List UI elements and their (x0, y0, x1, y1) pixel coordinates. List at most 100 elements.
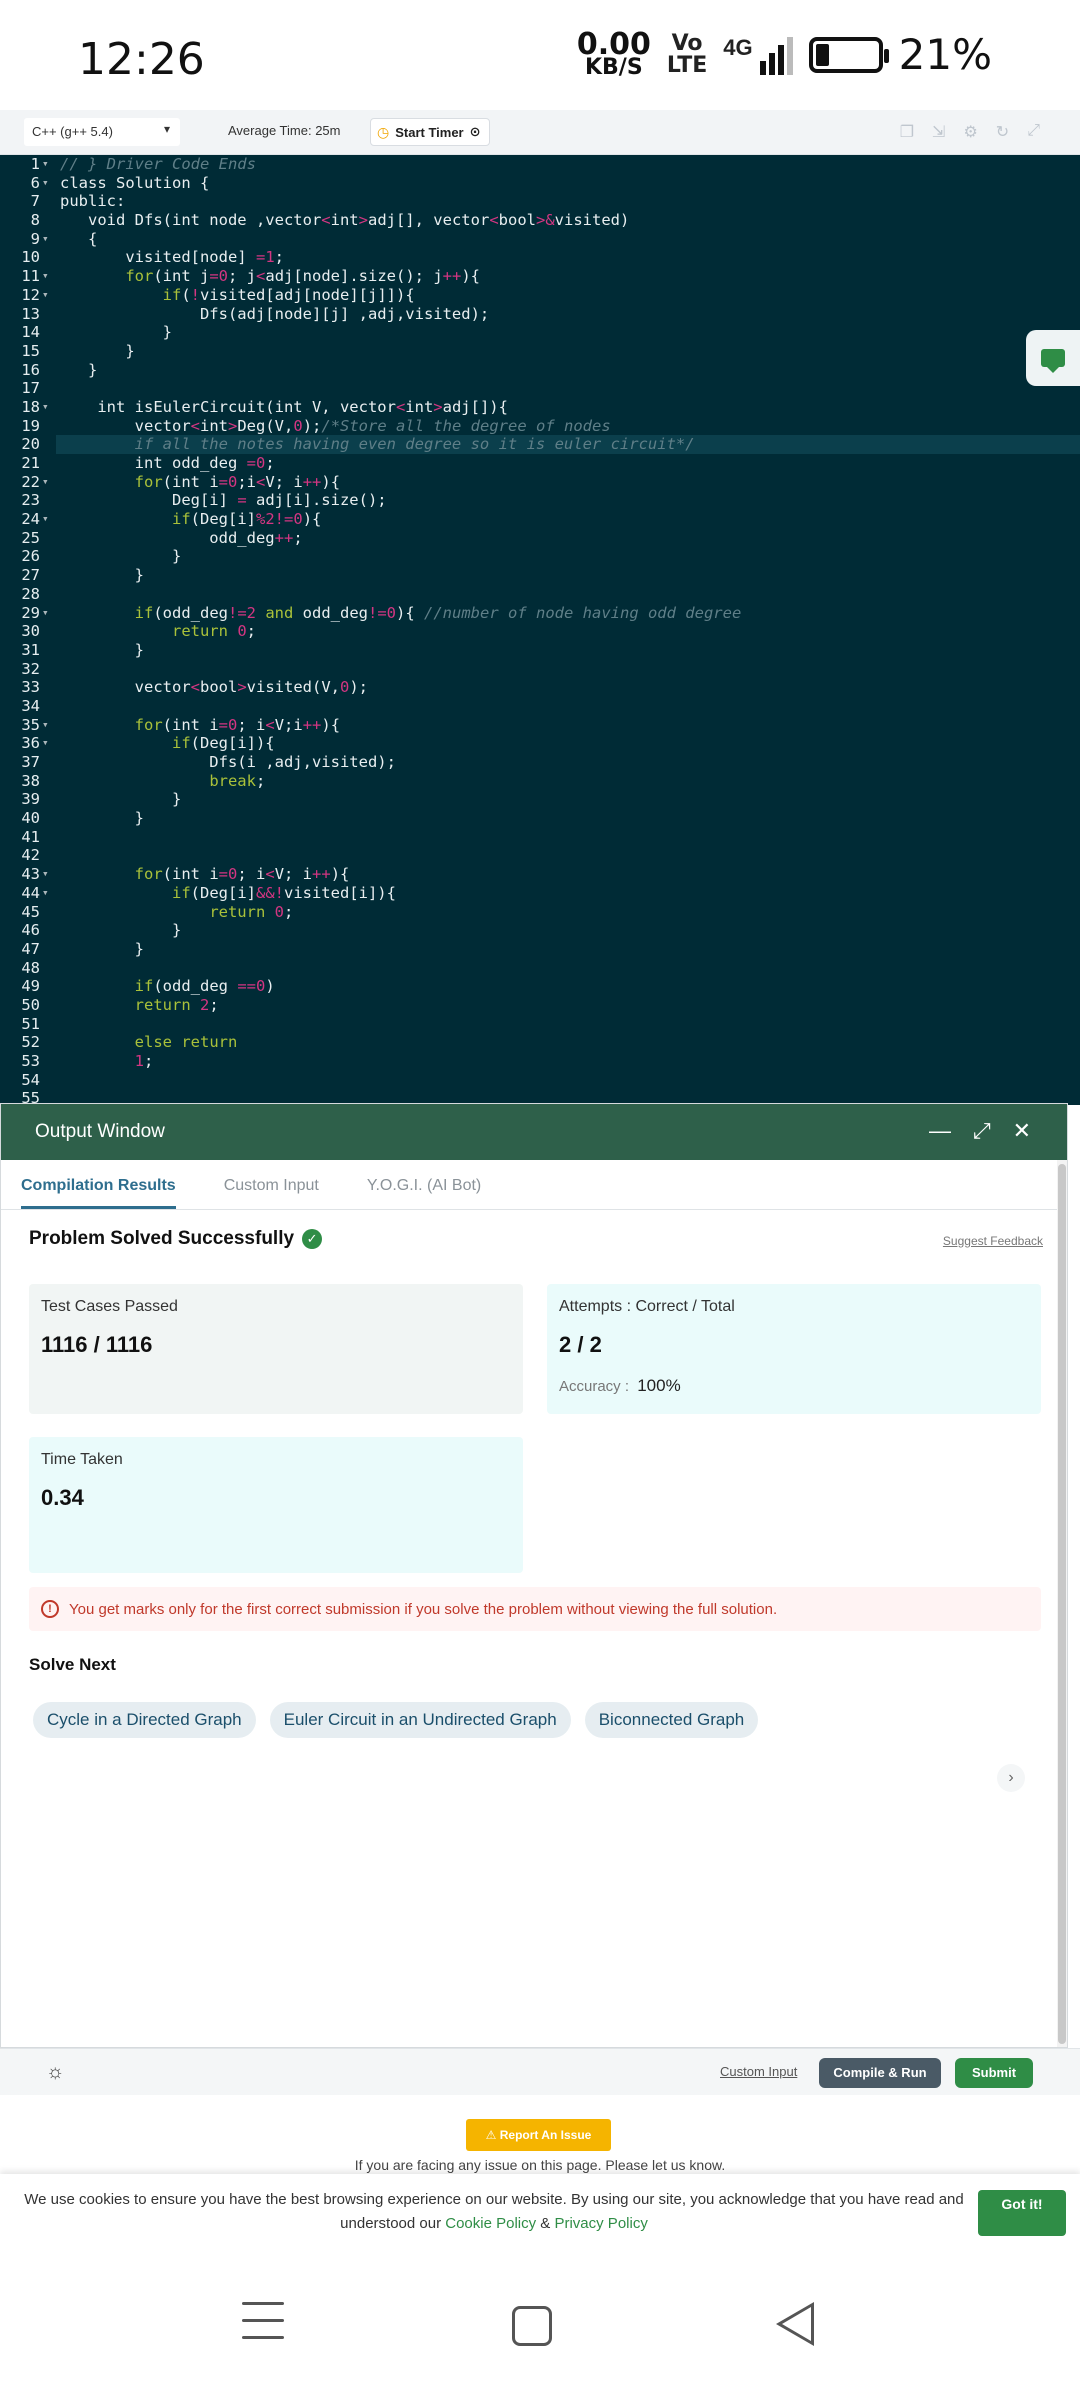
start-timer-button[interactable]: ◷ Start Timer ⊙ (370, 118, 490, 146)
volte-bottom: LTE (666, 52, 708, 78)
code-line[interactable]: 21 int odd_deg =0; (0, 454, 1080, 473)
tab-custom-input[interactable]: Custom Input (224, 1177, 319, 1209)
chevron-right-icon[interactable]: › (997, 1764, 1025, 1792)
fullscreen-icon[interactable]: ⤢ (1027, 122, 1040, 142)
code-line[interactable]: 23 Deg[i] = adj[i].size(); (0, 491, 1080, 511)
code-line[interactable]: 51 (0, 1014, 1080, 1034)
settings-icon[interactable]: ⚙ (963, 122, 977, 142)
code-line[interactable]: 54 (0, 1070, 1080, 1090)
code-line[interactable]: 47 } (0, 939, 1080, 959)
tab-compilation-results[interactable]: Compilation Results (21, 1177, 176, 1209)
code-line[interactable]: 29 ▾ if(odd_deg!=2 and odd_deg!=0){ //num… (0, 603, 1080, 623)
close-icon[interactable]: ✕ (1013, 1118, 1031, 1144)
chat-float-button[interactable] (1026, 330, 1080, 386)
fold-arrow-icon[interactable]: ▾ (42, 398, 49, 417)
fold-arrow-icon[interactable]: ▾ (42, 473, 49, 492)
fold-arrow-icon[interactable]: ▾ (42, 716, 49, 735)
code-line[interactable]: 45 return 0; (0, 902, 1080, 922)
code-line[interactable]: 1 ▾// } Driver Code Ends (0, 155, 1080, 174)
code-line[interactable]: 46 } (0, 921, 1080, 940)
solve-next-chip[interactable]: Cycle in a Directed Graph (33, 1702, 256, 1738)
code-line[interactable]: 6 ▾ class Solution { (0, 173, 1080, 193)
code-line[interactable]: 25 odd_deg++; (0, 528, 1080, 548)
code-line[interactable]: 41 (0, 827, 1080, 847)
line-number: 48 (0, 958, 56, 978)
solve-next-chip[interactable]: Euler Circuit in an Undirected Graph (269, 1702, 571, 1738)
fold-arrow-icon[interactable]: ▾ (42, 734, 49, 753)
code-line[interactable]: 31 } (0, 640, 1080, 660)
language-select[interactable]: C++ (g++ 5.4) ▾ (24, 118, 180, 146)
code-line[interactable]: 20 if all the notes having even degree s… (0, 435, 1080, 454)
code-line[interactable]: 36 ▾ if(Deg[i]){ (0, 734, 1080, 753)
back-icon[interactable] (776, 2302, 814, 2346)
privacy-policy-link[interactable]: Privacy Policy (554, 2215, 647, 2232)
code-editor[interactable]: 1 ▾// } Driver Code Ends 6 ▾ class Solution … (0, 155, 1080, 1105)
lightbulb-icon[interactable]: ☼ (46, 2061, 64, 2084)
got-it-button[interactable]: Got it! (978, 2190, 1066, 2236)
copy-icon[interactable]: ❐ (900, 122, 914, 142)
code-line[interactable]: 10 visited[node] =1; (0, 248, 1080, 268)
code-line[interactable]: 12 ▾ if(!visited[adj[node][j]]){ (0, 285, 1080, 305)
fold-arrow-icon[interactable]: ▾ (42, 884, 49, 903)
fold-arrow-icon[interactable]: ▾ (42, 865, 49, 884)
suggest-feedback-link[interactable]: Suggest Feedback (943, 1234, 1043, 1248)
code-line[interactable]: 15 } (0, 341, 1080, 361)
code-line[interactable]: 38 break; (0, 771, 1080, 791)
code-text: Dfs(i ,adj,visited); (60, 753, 396, 771)
expand-icon[interactable]: ⤢ (973, 1118, 991, 1144)
code-line[interactable]: 28 (0, 584, 1080, 604)
compile-run-button[interactable]: Compile & Run (819, 2058, 941, 2088)
fold-arrow-icon[interactable]: ▾ (42, 230, 49, 249)
home-icon[interactable] (512, 2306, 552, 2346)
code-line[interactable]: 24 ▾ if(Deg[i]%2!=0){ (0, 510, 1080, 529)
code-line[interactable]: 14 } (0, 323, 1080, 342)
code-line[interactable]: 16 } (0, 360, 1080, 380)
solve-next-chip[interactable]: Biconnected Graph (584, 1702, 759, 1738)
code-line[interactable]: 53 1; (0, 1052, 1080, 1071)
reset-icon[interactable]: ↻ (996, 122, 1009, 142)
code-line[interactable]: 13 Dfs(adj[node][j] ,adj,visited); (0, 304, 1080, 324)
custom-input-link[interactable]: Custom Input (720, 2064, 797, 2079)
code-text: return 0; (171, 622, 257, 641)
code-line[interactable]: 39 } (0, 790, 1080, 810)
code-line[interactable]: 33 vector<bool>visited(V,0); (0, 678, 1080, 697)
code-line[interactable]: 7 public: (0, 192, 1080, 212)
code-line[interactable]: 17 (0, 379, 1080, 398)
code-line[interactable]: 34 (0, 696, 1080, 716)
code-line[interactable]: 43 ▾ for(int i=0; i<V; i++){ (0, 865, 1080, 884)
fold-arrow-icon[interactable]: ▾ (42, 174, 49, 193)
output-scroll-thumb[interactable] (1058, 1164, 1066, 2044)
code-line[interactable]: 11 ▾ for(int j=0; j<adj[node].size(); j++… (0, 267, 1080, 286)
code-line[interactable]: 35 ▾ for(int i=0; i<V;i++){ (0, 715, 1080, 735)
code-line[interactable]: 9 ▾ { (0, 229, 1080, 249)
code-line[interactable]: 37 Dfs(i ,adj,visited); (0, 753, 1080, 772)
code-line[interactable]: 27 } (0, 566, 1080, 585)
code-line[interactable]: 8 void Dfs(int node ,vector<int>adj[], v… (0, 211, 1080, 230)
code-line[interactable]: 49 if(odd_deg ==0) (0, 977, 1080, 996)
fold-arrow-icon[interactable]: ▾ (42, 510, 49, 529)
code-line[interactable]: 32 (0, 659, 1080, 679)
code-line[interactable]: 52 else return (0, 1033, 1080, 1052)
submit-button[interactable]: Submit (955, 2058, 1033, 2088)
tab-yogi-ai-bot[interactable]: Y.O.G.I. (AI Bot) (367, 1177, 481, 1209)
fold-arrow-icon[interactable]: ▾ (42, 286, 49, 305)
cookie-policy-link[interactable]: Cookie Policy (445, 2215, 536, 2232)
code-line[interactable]: 26 } (0, 547, 1080, 567)
code-line[interactable]: 40 } (0, 809, 1080, 828)
recent-apps-icon[interactable] (242, 2302, 284, 2353)
code-line[interactable]: 19 vector<int>Deg(V,0);/*Store all the d… (0, 416, 1080, 436)
code-line[interactable]: 42 (0, 846, 1080, 866)
network-speed: 0.00 KB/S (577, 30, 651, 79)
code-line[interactable]: 18 ▾ int isEulerCircuit(int V, vector<int… (0, 397, 1080, 417)
fold-arrow-icon[interactable]: ▾ (42, 155, 49, 174)
report-issue-button[interactable]: ⚠ Report An Issue (466, 2119, 611, 2151)
fold-arrow-icon[interactable]: ▾ (42, 604, 49, 623)
code-line[interactable]: 48 (0, 958, 1080, 978)
fold-arrow-icon[interactable]: ▾ (42, 267, 49, 286)
export-icon[interactable]: ⇲ (932, 122, 945, 142)
minimize-icon[interactable]: — (929, 1118, 951, 1144)
code-line[interactable]: 50 return 2; (0, 995, 1080, 1015)
code-line[interactable]: 30 return 0; (0, 622, 1080, 641)
code-line[interactable]: 44 ▾ if(Deg[i]&&!visited[i]){ (0, 883, 1080, 903)
code-line[interactable]: 22 ▾ for(int i=0;i<V; i++){ (0, 472, 1080, 492)
